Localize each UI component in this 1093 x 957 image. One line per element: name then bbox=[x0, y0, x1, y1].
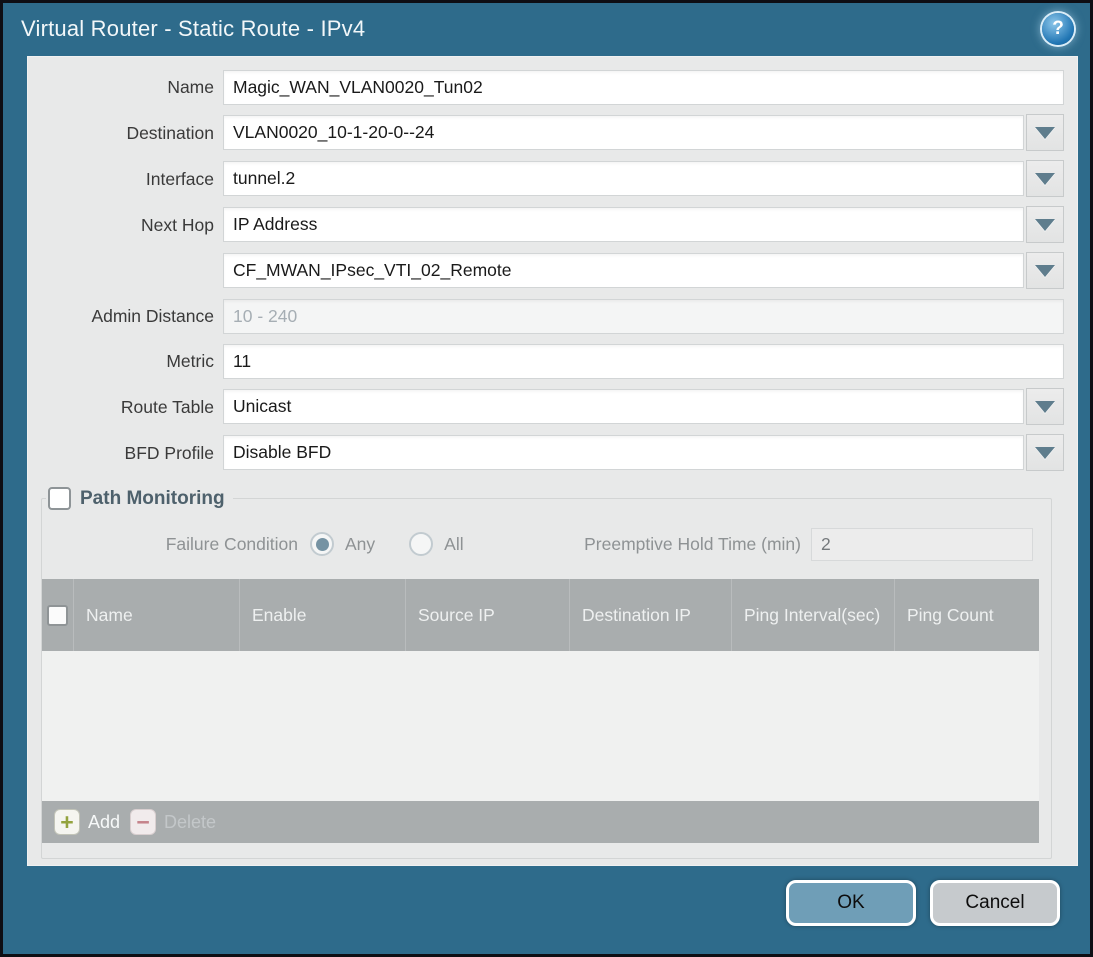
chevron-down-icon bbox=[1035, 265, 1055, 277]
chevron-down-icon bbox=[1035, 219, 1055, 231]
route-table-row: Route Table bbox=[28, 389, 1064, 425]
add-button-label: Add bbox=[88, 812, 120, 833]
interface-row: Interface bbox=[28, 161, 1064, 197]
delete-minus-icon: − bbox=[130, 809, 156, 835]
table-header-checkbox-cell bbox=[42, 579, 74, 651]
interface-label: Interface bbox=[28, 169, 223, 190]
name-row: Name bbox=[28, 70, 1064, 105]
path-monitoring-section: Path Monitoring Failure Condition Any Al… bbox=[41, 487, 1052, 859]
route-table-label: Route Table bbox=[28, 397, 223, 418]
bfd-profile-row: BFD Profile bbox=[28, 435, 1064, 471]
column-header-destination-ip: Destination IP bbox=[570, 579, 732, 651]
failure-condition-option-all: All bbox=[409, 532, 463, 556]
next-hop-label: Next Hop bbox=[28, 215, 223, 236]
table-body-empty bbox=[42, 651, 1039, 801]
metric-row: Metric bbox=[28, 344, 1064, 379]
admin-distance-input[interactable] bbox=[223, 299, 1064, 334]
column-header-source-ip: Source IP bbox=[406, 579, 570, 651]
metric-label: Metric bbox=[28, 351, 223, 372]
next-hop-address-dropdown-button[interactable] bbox=[1026, 252, 1064, 289]
next-hop-address-row bbox=[28, 253, 1064, 289]
route-table-dropdown-button[interactable] bbox=[1026, 388, 1064, 425]
table-header-row: Name Enable Source IP Destination IP Pin… bbox=[42, 579, 1039, 651]
interface-input[interactable] bbox=[223, 161, 1024, 196]
path-monitoring-table: Name Enable Source IP Destination IP Pin… bbox=[42, 579, 1039, 843]
failure-condition-option-any: Any bbox=[310, 532, 375, 556]
chevron-down-icon bbox=[1035, 401, 1055, 413]
metric-input[interactable] bbox=[223, 344, 1064, 379]
radio-all[interactable] bbox=[409, 532, 433, 556]
form-panel: Name Destination Interface bbox=[27, 56, 1078, 866]
preemptive-hold-time-input[interactable] bbox=[811, 528, 1033, 561]
delete-button[interactable]: − Delete bbox=[130, 809, 216, 835]
help-icon[interactable]: ? bbox=[1042, 13, 1074, 45]
chevron-down-icon bbox=[1035, 447, 1055, 459]
route-table-input[interactable] bbox=[223, 389, 1024, 424]
bfd-profile-label: BFD Profile bbox=[28, 443, 223, 464]
radio-any-label: Any bbox=[345, 534, 375, 555]
path-monitoring-title: Path Monitoring bbox=[80, 488, 225, 510]
column-header-name: Name bbox=[74, 579, 240, 651]
help-icon-glyph: ? bbox=[1052, 18, 1064, 40]
path-monitoring-checkbox[interactable] bbox=[48, 487, 71, 510]
dialog-footer: OK Cancel bbox=[3, 866, 1090, 954]
chevron-down-icon bbox=[1035, 173, 1055, 185]
next-hop-row: Next Hop bbox=[28, 207, 1064, 243]
radio-all-label: All bbox=[444, 534, 463, 555]
static-route-dialog: Virtual Router - Static Route - IPv4 ? N… bbox=[0, 0, 1093, 957]
radio-any[interactable] bbox=[310, 532, 334, 556]
dialog-title: Virtual Router - Static Route - IPv4 bbox=[21, 16, 1042, 42]
next-hop-type-dropdown-button[interactable] bbox=[1026, 206, 1064, 243]
select-all-checkbox[interactable] bbox=[47, 605, 68, 626]
path-monitoring-legend: Path Monitoring bbox=[46, 487, 233, 510]
destination-input[interactable] bbox=[223, 115, 1024, 150]
table-toolbar: + Add − Delete bbox=[42, 801, 1039, 843]
next-hop-type-input[interactable] bbox=[223, 207, 1024, 242]
delete-button-label: Delete bbox=[164, 812, 216, 833]
destination-label: Destination bbox=[28, 123, 223, 144]
destination-row: Destination bbox=[28, 115, 1064, 151]
bfd-profile-input[interactable] bbox=[223, 435, 1024, 470]
ok-button[interactable]: OK bbox=[786, 880, 916, 926]
failure-condition-label: Failure Condition bbox=[42, 534, 310, 555]
preemptive-hold-time-label: Preemptive Hold Time (min) bbox=[584, 534, 811, 555]
dialog-title-bar: Virtual Router - Static Route - IPv4 ? bbox=[3, 3, 1090, 55]
add-plus-icon: + bbox=[54, 809, 80, 835]
interface-dropdown-button[interactable] bbox=[1026, 160, 1064, 197]
add-button[interactable]: + Add bbox=[54, 809, 120, 835]
failure-condition-row: Failure Condition Any All Preemptive Hol… bbox=[42, 526, 1033, 562]
admin-distance-label: Admin Distance bbox=[28, 306, 223, 327]
column-header-ping-count: Ping Count bbox=[895, 579, 1039, 651]
name-label: Name bbox=[28, 77, 223, 98]
cancel-button[interactable]: Cancel bbox=[930, 880, 1060, 926]
name-input[interactable] bbox=[223, 70, 1064, 105]
destination-dropdown-button[interactable] bbox=[1026, 114, 1064, 151]
column-header-enable: Enable bbox=[240, 579, 406, 651]
column-header-ping-interval: Ping Interval(sec) bbox=[732, 579, 895, 651]
admin-distance-row: Admin Distance bbox=[28, 299, 1064, 334]
next-hop-address-input[interactable] bbox=[223, 253, 1024, 288]
chevron-down-icon bbox=[1035, 127, 1055, 139]
bfd-profile-dropdown-button[interactable] bbox=[1026, 434, 1064, 471]
